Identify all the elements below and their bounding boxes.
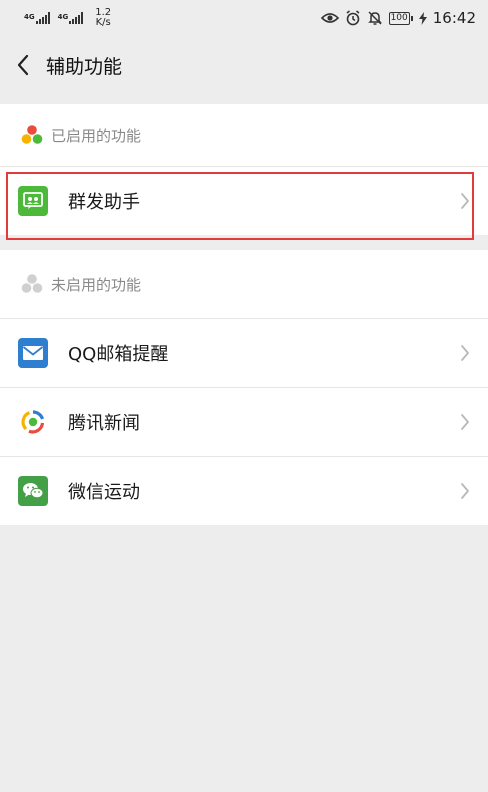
feature-label: 腾讯新闻 [68,413,140,434]
feature-row-tencent-news[interactable]: 腾讯新闻 [0,388,488,456]
status-bar: 4G 4G 1.2 K/s 100 16:42 [0,0,488,36]
chevron-right-icon [461,193,469,209]
enabled-features-icon [21,125,43,144]
battery-icon: 100 [388,11,413,25]
chevron-left-icon [17,54,29,76]
network-type-label: 4G [24,13,35,21]
network-type-label: 4G [57,13,69,21]
charging-icon [418,11,427,25]
back-button[interactable] [0,36,46,94]
network-speed: 1.2 K/s [95,8,111,28]
tencent-news-icon [18,407,48,437]
broadcast-assistant-icon [18,186,48,216]
disabled-features-icon [21,274,43,293]
feature-row-broadcast-assistant[interactable]: 群发助手 [0,167,488,235]
signal-bars-icon [35,12,50,24]
mute-notification-icon [367,11,382,25]
status-right: 100 16:42 [320,9,476,27]
feature-label: 群发助手 [68,192,140,213]
eye-icon [320,13,339,23]
wechat-sports-icon [18,476,48,506]
enabled-section-label: 已启用的功能 [51,126,142,145]
disabled-features-group: 未启用的功能 QQ邮箱提醒 腾讯新闻 微信运动 [0,250,488,525]
network-speed-unit: K/s [95,17,111,28]
enabled-features-group: 已启用的功能 群发助手 [0,104,488,235]
page-title: 辅助功能 [46,55,123,78]
signal-indicator-2: 4G [58,12,84,24]
signal-bars-icon [69,12,84,24]
signal-indicator-1: 4G [24,12,50,24]
feature-label: QQ邮箱提醒 [68,344,169,365]
battery-level: 100 [388,11,410,25]
disabled-section-label: 未启用的功能 [51,275,142,294]
clock-time: 16:42 [432,9,476,27]
chevron-right-icon [461,414,469,430]
chevron-right-icon [461,345,469,361]
feature-row-qq-mail[interactable]: QQ邮箱提醒 [0,319,488,387]
disabled-section-header: 未启用的功能 [0,250,488,318]
feature-row-wechat-sports[interactable]: 微信运动 [0,457,488,525]
chevron-right-icon [461,483,469,499]
mail-icon [18,338,48,368]
alarm-icon [346,10,360,26]
feature-label: 微信运动 [68,482,140,503]
navigation-bar: 辅助功能 [0,36,488,94]
enabled-section-header: 已启用的功能 [0,104,488,166]
